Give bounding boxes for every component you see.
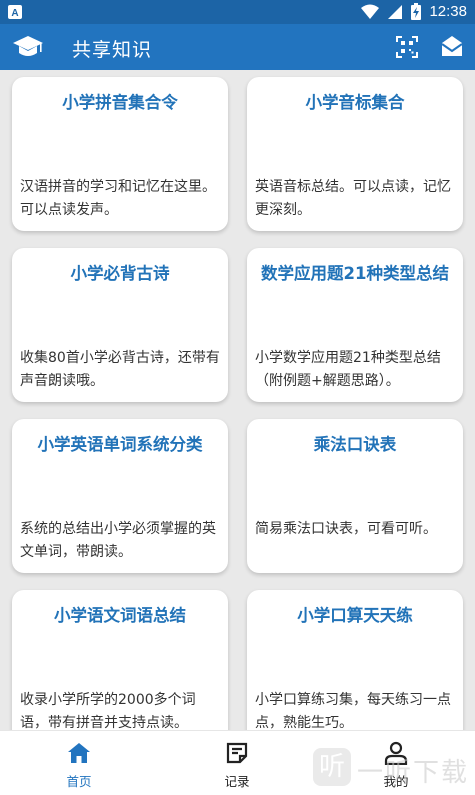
card-description: 系统的总结出小学必须掌握的英文单词，带朗读。 [20, 521, 216, 560]
nav-label: 记录 [224, 774, 250, 789]
card-chinese-words[interactable]: 小学语文词语总结 收录小学所学的2000多个词语，带有拼音并支持点读。 [12, 590, 228, 730]
records-icon [226, 742, 248, 764]
card-phonetics[interactable]: 小学音标集合 英语音标总结。可以点读，记忆更深刻。 [247, 77, 463, 231]
card-description: 收集80首小学必背古诗，还带有声音朗读哦。 [20, 350, 220, 389]
card-title: 乘法口诀表 [313, 435, 397, 454]
status-bar: A 12:38 [0, 0, 475, 24]
page-title: 共享知识 [72, 39, 153, 61]
clock: 12:38 [429, 3, 467, 20]
watermark-text: 一听下载 [357, 758, 470, 788]
a-notification-icon: A [8, 5, 22, 19]
card-description: 收录小学所学的2000多个词语，带有拼音并支持点读。 [20, 692, 196, 730]
card-description: 英语音标总结。可以点读，记忆更深刻。 [255, 179, 451, 218]
card-title: 小学拼音集合令 [62, 93, 178, 112]
card-mental-math[interactable]: 小学口算天天练 小学口算练习集，每天练习一点点，熟能生巧。 [247, 590, 463, 730]
card-description: 小学口算练习集，每天练习一点点，熟能生巧。 [255, 692, 451, 730]
card-grid: 小学拼音集合令 汉语拼音的学习和记忆在这里。可以点读发声。 小学音标集合 英语音… [0, 70, 475, 730]
nav-item-home[interactable]: 首页 [29, 731, 129, 795]
home-icon [68, 743, 90, 763]
card-poems[interactable]: 小学必背古诗 收集80首小学必背古诗，还带有声音朗读哦。 [12, 248, 228, 402]
nav-label: 首页 [66, 774, 92, 789]
signal-icon [388, 4, 403, 19]
card-title: 小学音标集合 [305, 93, 405, 112]
graduation-cap-icon [13, 36, 43, 56]
card-description: 小学数学应用题21种类型总结（附例题+解题思路）。 [255, 350, 441, 389]
watermark-logo: 听 [313, 748, 351, 786]
svg-text:A: A [11, 8, 18, 19]
qr-scan-icon[interactable] [395, 35, 419, 59]
battery-charging-icon [411, 3, 422, 20]
wifi-icon [361, 4, 380, 19]
card-title: 小学必背古诗 [70, 264, 170, 283]
card-title: 数学应用题21种类型总结 [261, 264, 449, 283]
card-description: 汉语拼音的学习和记忆在这里。可以点读发声。 [20, 179, 216, 218]
card-english-words[interactable]: 小学英语单词系统分类 系统的总结出小学必须掌握的英文单词，带朗读。 [12, 419, 228, 573]
card-title: 小学英语单词系统分类 [37, 435, 203, 454]
watermark: 听 一听下载 [313, 748, 473, 792]
mail-open-icon[interactable] [440, 34, 464, 58]
card-multiplication[interactable]: 乘法口诀表 简易乘法口诀表，可看可听。 [247, 419, 463, 573]
card-title: 小学语文词语总结 [54, 606, 186, 625]
nav-item-records[interactable]: 记录 [187, 731, 287, 795]
card-description: 简易乘法口诀表，可看可听。 [255, 521, 437, 537]
app-bar: 共享知识 [0, 24, 475, 70]
card-math-problems[interactable]: 数学应用题21种类型总结 小学数学应用题21种类型总结（附例题+解题思路）。 [247, 248, 463, 402]
card-pinyin[interactable]: 小学拼音集合令 汉语拼音的学习和记忆在这里。可以点读发声。 [12, 77, 228, 231]
card-title: 小学口算天天练 [297, 606, 413, 625]
